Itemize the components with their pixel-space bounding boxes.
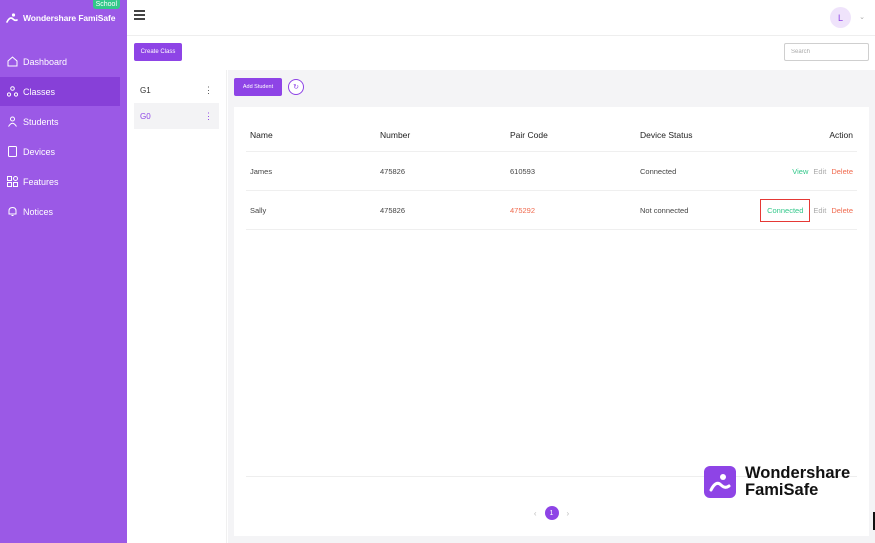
cell-name: James (250, 166, 273, 176)
create-class-button[interactable]: Create Class (134, 43, 182, 61)
famisafe-logo-icon (704, 466, 736, 498)
brand-name: Wondershare FamiSafe (23, 13, 116, 23)
class-list: G1 ⋮ G0 ⋮ (127, 70, 227, 543)
classes-icon (6, 86, 18, 98)
edit-link[interactable]: Edit (813, 167, 826, 176)
header-name: Name (250, 129, 273, 140)
header-device-status: Device Status (640, 129, 693, 140)
cell-number: 475826 (380, 205, 406, 215)
sidebar-item-notices[interactable]: Notices (0, 197, 120, 226)
sidebar-item-features[interactable]: Features (0, 167, 120, 196)
view-link[interactable]: View (792, 167, 808, 176)
prev-page-icon[interactable]: ‹ (534, 509, 537, 518)
sidebar-item-label: Students (23, 116, 59, 127)
cell-pair-code: 475292 (510, 205, 536, 215)
brand[interactable]: Wondershare FamiSafe School (0, 0, 127, 36)
connected-link[interactable]: Connected (760, 198, 811, 222)
sidebar-item-classes[interactable]: Classes (0, 77, 120, 106)
students-icon (6, 116, 18, 128)
cell-actions: Connected Edit Delete (755, 191, 853, 229)
table-row: Sally 475826 475292 Not connected Connec… (246, 191, 857, 230)
bell-icon (6, 206, 18, 218)
sidebar-item-label: Features (23, 176, 59, 187)
sidebar-item-label: Classes (23, 86, 56, 97)
cell-actions: View Edit Delete (787, 152, 853, 190)
watermark-line-1: Wondershare (745, 464, 851, 482)
delete-link[interactable]: Delete (831, 167, 853, 176)
cell-name: Sally (250, 205, 267, 215)
watermark-text: Wondershare FamiSafe (745, 465, 850, 499)
add-student-button[interactable]: Add Student (234, 78, 282, 96)
class-item-g0[interactable]: G0 ⋮ (134, 103, 219, 129)
sidebar-item-students[interactable]: Students (0, 107, 120, 136)
cell-device-status: Connected (640, 166, 677, 176)
cell-number: 475826 (380, 166, 406, 176)
topbar: L ⌄ (127, 0, 875, 36)
famisafe-logo-icon (6, 12, 18, 24)
edit-link[interactable]: Edit (813, 206, 826, 215)
sidebar-item-devices[interactable]: Devices (0, 137, 120, 166)
menu-toggle-icon[interactable] (134, 10, 145, 20)
next-page-icon[interactable]: › (567, 509, 570, 518)
class-name: G0 (140, 111, 151, 121)
chevron-down-icon[interactable]: ⌄ (859, 13, 865, 21)
class-item-g1[interactable]: G1 ⋮ (134, 77, 219, 103)
sidebar-item-dashboard[interactable]: Dashboard (0, 47, 120, 76)
device-icon (6, 146, 18, 158)
sidebar: Wondershare FamiSafe School Dashboard Cl… (0, 0, 127, 543)
header-pair-code: Pair Code (510, 129, 548, 140)
sidebar-item-label: Notices (23, 206, 54, 217)
more-vertical-icon[interactable]: ⋮ (204, 85, 213, 96)
home-icon (6, 56, 18, 68)
more-vertical-icon[interactable]: ⋮ (204, 111, 213, 122)
sidebar-nav: Dashboard Classes Students Devices Featu… (0, 47, 127, 226)
famisafe-watermark: Wondershare FamiSafe (704, 465, 850, 499)
students-table: Name Number Pair Code Device Status Acti… (246, 118, 857, 230)
school-badge: School (92, 0, 120, 9)
class-name: G1 (140, 85, 151, 95)
delete-link[interactable]: Delete (831, 206, 853, 215)
cell-device-status: Not connected (640, 205, 689, 215)
features-grid-icon (6, 176, 18, 188)
header-number: Number (380, 129, 411, 140)
table-row: James 475826 610593 Connected View Edit … (246, 152, 857, 191)
page-number[interactable]: 1 (544, 506, 559, 520)
pagination: ‹ 1 › (234, 506, 869, 520)
avatar[interactable]: L (830, 7, 851, 28)
table-header-row: Name Number Pair Code Device Status Acti… (246, 118, 857, 152)
refresh-icon[interactable]: ↻ (288, 79, 304, 95)
sidebar-item-label: Devices (23, 146, 56, 157)
search-input[interactable] (784, 43, 869, 61)
header-action: Action (829, 129, 853, 140)
watermark-line-2: FamiSafe (745, 481, 819, 499)
cell-pair-code: 610593 (510, 166, 536, 176)
sidebar-item-label: Dashboard (23, 56, 68, 67)
